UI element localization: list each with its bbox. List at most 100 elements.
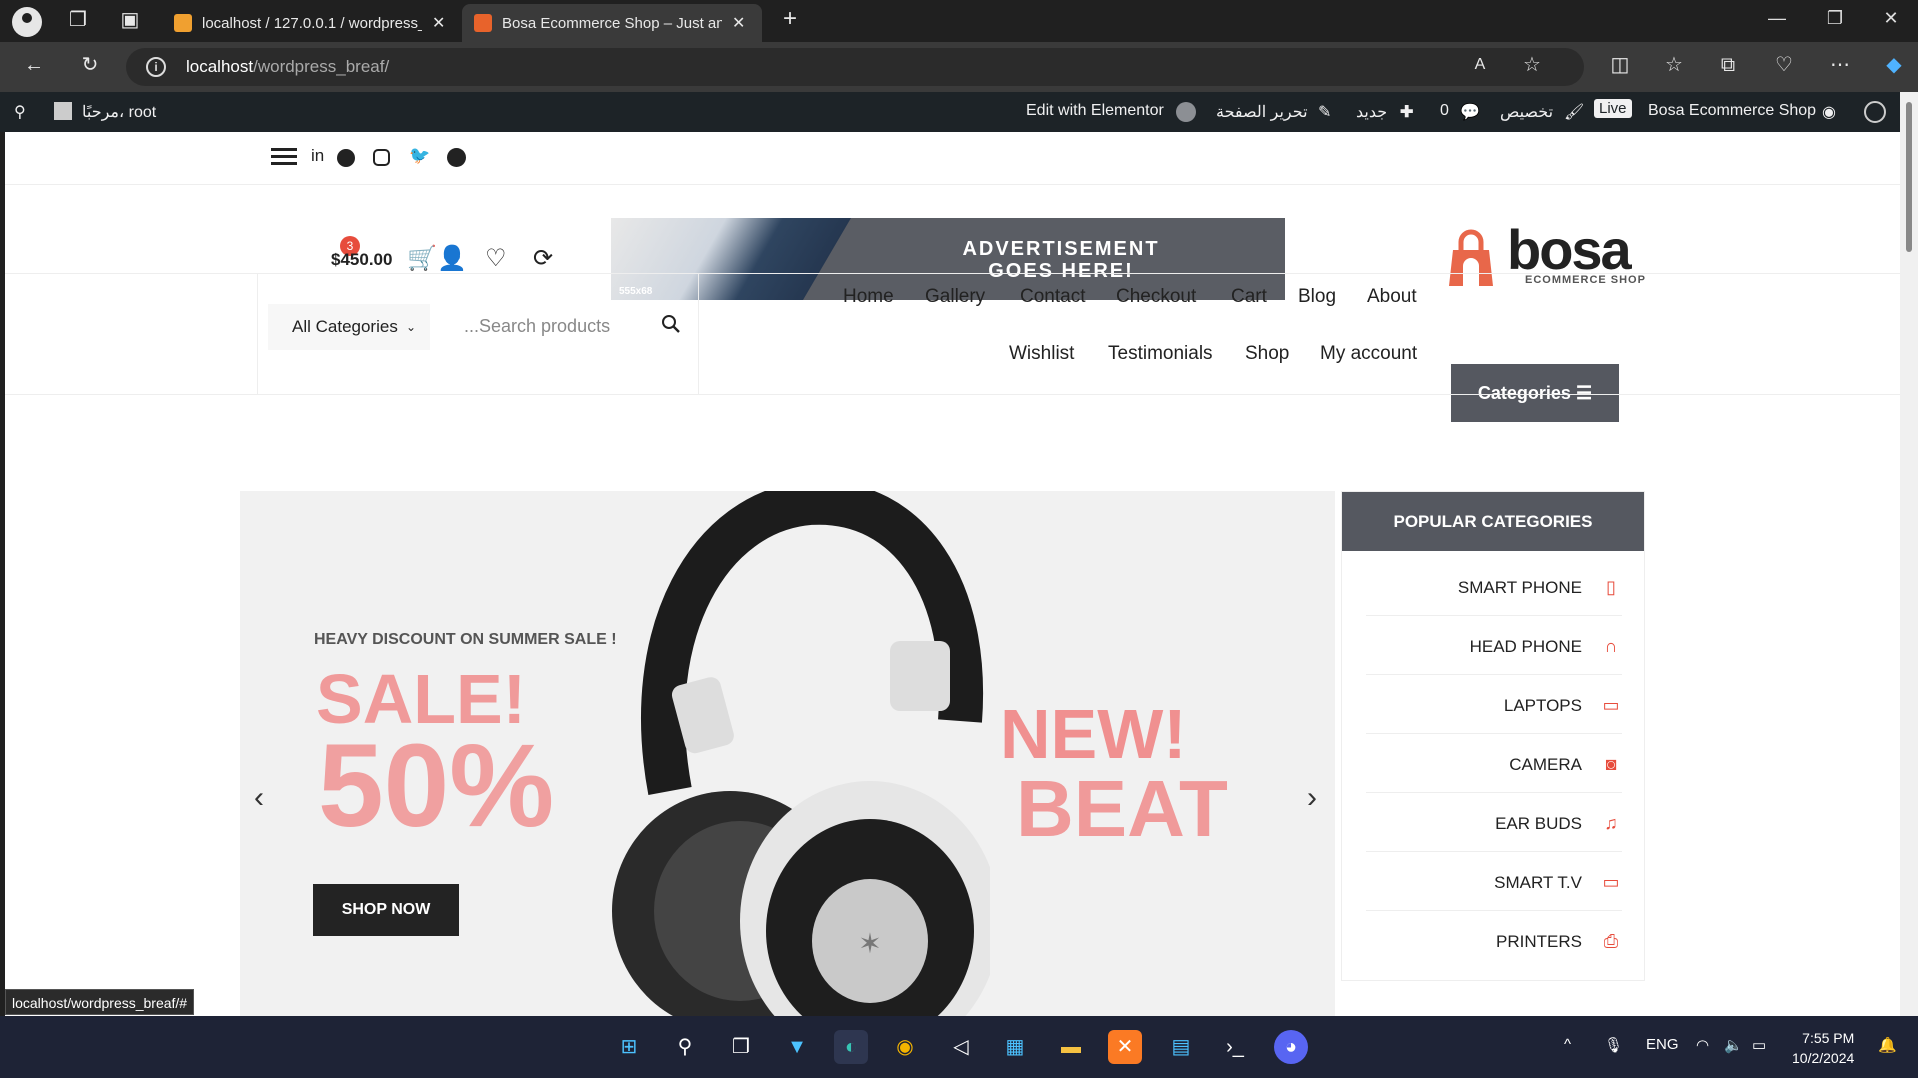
workspaces-icon[interactable]: ❐ <box>64 8 92 36</box>
account-icon[interactable]: 👤 <box>437 244 467 273</box>
avatar[interactable] <box>54 102 72 120</box>
shop-now-button[interactable]: SHOP NOW <box>313 884 459 936</box>
tab-bosa-shop[interactable]: Bosa Ecommerce Shop – Just ano ✕ <box>462 4 762 42</box>
category-item-ear-buds[interactable]: EAR BUDS ♫ <box>1366 794 1622 852</box>
nav-gallery[interactable]: Gallery <box>925 286 985 308</box>
categories-button[interactable]: Categories ☰ <box>1451 364 1619 422</box>
nav-my-account[interactable]: My account <box>1320 343 1417 365</box>
new-content-link[interactable]: جديد <box>1356 102 1387 122</box>
page-viewport: in 🐦 3 $450.00 🛒 👤 ♡ ⟳ 555x68 ADVERTISEM… <box>5 132 1900 1016</box>
favorite-star-icon[interactable]: ☆ <box>1518 53 1546 81</box>
brush-icon: 🖌 <box>1564 104 1585 121</box>
url-field[interactable]: i localhost/wordpress_breaf/ A ☆ <box>126 48 1584 86</box>
nav-blog[interactable]: Blog <box>1298 286 1336 308</box>
nav-shop[interactable]: Shop <box>1245 343 1289 365</box>
restore-icon[interactable]: ❐ <box>1820 8 1850 34</box>
instagram-icon[interactable] <box>373 149 390 166</box>
slider-next-icon[interactable]: › <box>1307 781 1317 815</box>
compare-icon[interactable]: ⟳ <box>533 244 553 273</box>
collections-icon[interactable]: ⧉ <box>1714 53 1742 81</box>
more-menu-icon[interactable]: ⋯ <box>1826 53 1854 81</box>
tab-phpmyadmin[interactable]: localhost / 127.0.0.1 / wordpress_ ✕ <box>162 4 462 42</box>
category-item-camera[interactable]: CAMERA ◙ <box>1366 735 1622 793</box>
category-item-smart-tv[interactable]: SMART T.V ▭ <box>1366 853 1622 911</box>
split-screen-icon[interactable]: ◫ <box>1606 53 1634 81</box>
language-indicator[interactable]: ENG <box>1646 1036 1679 1053</box>
close-tab-icon[interactable]: ✕ <box>732 13 745 33</box>
hamburger-menu-icon[interactable] <box>271 148 297 166</box>
tray-chevron-up-icon[interactable]: ^ <box>1564 1036 1571 1053</box>
edit-page-link[interactable]: تحرير الصفحة <box>1216 102 1308 122</box>
nav-home[interactable]: Home <box>843 286 894 308</box>
search-input[interactable]: ...Search products <box>464 316 610 337</box>
plus-icon: ✚ <box>1400 104 1414 121</box>
close-tab-icon[interactable]: ✕ <box>432 13 445 33</box>
read-aloud-icon[interactable]: A <box>1466 53 1494 81</box>
category-select[interactable]: All Categories ⌄ <box>268 304 430 350</box>
terminal-icon[interactable]: ›_ <box>1218 1030 1252 1064</box>
facebook-icon[interactable] <box>447 148 466 167</box>
minimize-icon[interactable]: — <box>1762 8 1792 34</box>
favorites-icon[interactable]: ☆ <box>1660 53 1688 81</box>
customize-link[interactable]: تخصيص <box>1500 102 1553 122</box>
edge-icon[interactable]: ◐ <box>834 1030 868 1064</box>
pinterest-icon[interactable] <box>337 149 355 167</box>
scrollbar-thumb[interactable] <box>1906 102 1912 252</box>
slider-prev-icon[interactable]: ‹ <box>254 781 264 815</box>
reload-icon[interactable]: ↻ <box>76 53 104 81</box>
notepad-icon[interactable]: ▤ <box>1164 1030 1198 1064</box>
visual-studio-icon[interactable]: ◁ <box>944 1030 978 1064</box>
nav-checkout[interactable]: Checkout <box>1116 286 1196 308</box>
system-clock[interactable]: 7:55 PM 10/2/2024 <box>1792 1028 1854 1068</box>
page-scrollbar[interactable] <box>1900 92 1918 1016</box>
notification-bell-icon[interactable]: 🔔 <box>1878 1036 1897 1054</box>
wordpress-logo-icon[interactable] <box>1864 101 1886 123</box>
store-icon[interactable]: ▦ <box>998 1030 1032 1064</box>
profile-icon[interactable] <box>12 7 42 37</box>
battery-icon[interactable]: ▭ <box>1752 1036 1766 1054</box>
xampp-icon[interactable]: ✕ <box>1108 1030 1142 1064</box>
popular-categories-title: POPULAR CATEGORIES <box>1342 492 1644 551</box>
cart-total[interactable]: $450.00 <box>331 250 392 270</box>
search-icon[interactable] <box>661 314 681 334</box>
category-item-smart-phone[interactable]: SMART PHONE ▯ <box>1366 558 1622 616</box>
discord-icon[interactable]: ◕ <box>1274 1030 1308 1064</box>
back-icon[interactable]: ← <box>20 53 48 81</box>
wifi-icon[interactable]: ◠ <box>1696 1036 1709 1054</box>
hero-beat-text: BEAT <box>1016 764 1228 853</box>
category-item-printers[interactable]: PRINTERS ⎙ <box>1366 912 1622 970</box>
browser-essentials-icon[interactable]: ♡ <box>1770 53 1798 81</box>
file-explorer-icon[interactable]: ▬ <box>1054 1030 1088 1064</box>
site-info-icon[interactable]: i <box>146 57 166 77</box>
cart-icon[interactable]: 🛒 <box>407 244 437 273</box>
nav-cart[interactable]: Cart <box>1231 286 1267 308</box>
admin-search-icon[interactable]: ⚲ <box>14 102 26 122</box>
nav-about[interactable]: About <box>1367 286 1417 308</box>
chrome-icon[interactable]: ◉ <box>888 1030 922 1064</box>
microphone-icon[interactable]: 🎙 <box>1604 1036 1623 1054</box>
ad-line-1: ADVERTISEMENT <box>962 238 1160 260</box>
tab-actions-icon[interactable]: ▣ <box>116 8 144 36</box>
start-icon[interactable]: ⊞ <box>612 1030 646 1064</box>
volume-icon[interactable]: 🔈 <box>1724 1036 1743 1054</box>
site-name-link[interactable]: Bosa Ecommerce Shop <box>1648 102 1816 120</box>
vpn-app-icon[interactable]: ▼ <box>780 1030 814 1064</box>
nav-testimonials[interactable]: Testimonials <box>1108 343 1213 365</box>
new-tab-button[interactable]: + <box>776 7 804 35</box>
linkedin-icon[interactable]: in <box>311 146 324 166</box>
category-item-head-phone[interactable]: HEAD PHONE ∩ <box>1366 617 1622 675</box>
edit-with-elementor-link[interactable]: Edit with Elementor <box>1026 102 1164 120</box>
close-window-icon[interactable]: ✕ <box>1876 8 1906 34</box>
hero-new-text: NEW! <box>1000 695 1187 773</box>
search-icon[interactable]: ⚲ <box>668 1030 702 1064</box>
admin-greeting[interactable]: مرحبًا، root <box>82 102 156 122</box>
nav-contact[interactable]: Contact <box>1020 286 1085 308</box>
copilot-icon[interactable]: ◆ <box>1880 53 1908 81</box>
category-item-laptops[interactable]: LAPTOPS ▭ <box>1366 676 1622 734</box>
twitter-icon[interactable]: 🐦 <box>409 146 430 166</box>
wishlist-heart-icon[interactable]: ♡ <box>485 244 507 273</box>
comments-count[interactable]: 0 <box>1440 102 1449 120</box>
elementor-icon <box>1176 102 1196 122</box>
nav-wishlist[interactable]: Wishlist <box>1009 343 1074 365</box>
task-view-icon[interactable]: ❐ <box>724 1030 758 1064</box>
